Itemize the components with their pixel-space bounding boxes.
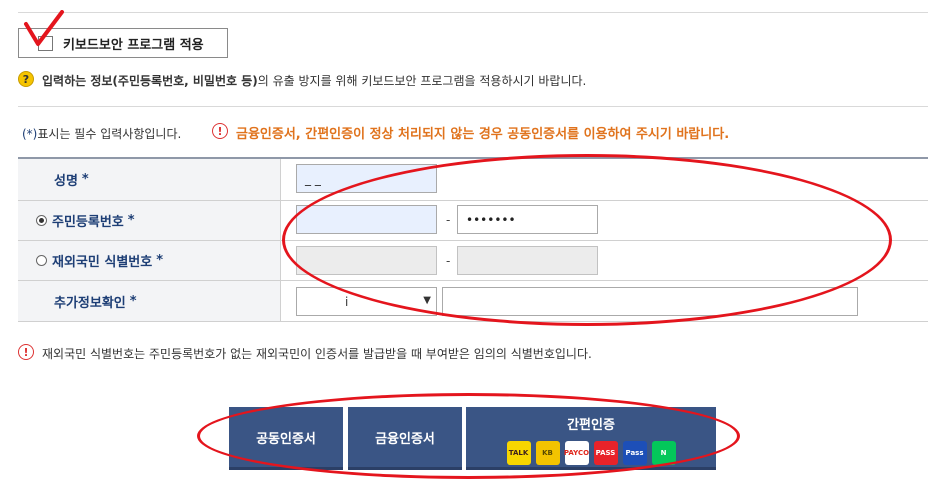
keyboard-notice-rest: 의 유출 방지를 위해 키보드보안 프로그램을 적용하시기 바랍니다. <box>257 74 587 88</box>
rrn-label: 주민등록번호 <box>52 215 124 230</box>
required-star: * <box>127 213 135 228</box>
annotation-ellipse-form <box>282 154 892 326</box>
keyboard-security-label: 키보드보안 프로그램 적용 <box>63 37 204 53</box>
required-star: * <box>129 293 137 309</box>
annotation-ellipse-buttons <box>197 393 740 479</box>
name-label: 성명 <box>54 174 78 189</box>
section-divider <box>18 106 928 107</box>
foreign-id-label: 재외국민 식별번호 <box>52 255 153 270</box>
required-note: (*)표시는 필수 입력사항입니다. <box>22 125 181 142</box>
table-bottom-border <box>18 321 928 322</box>
rrn-label-cell: 주민등록번호 * <box>18 201 281 240</box>
extra-info-label: 추가정보확인 <box>54 295 126 311</box>
red-check-mark-icon <box>24 10 64 46</box>
required-text: 표시는 필수 입력사항입니다. <box>37 127 182 141</box>
warning-icon: ! <box>212 123 228 139</box>
extra-info-select-value: i <box>345 294 349 309</box>
rrn-radio[interactable] <box>36 215 47 226</box>
extra-info-label-cell: 추가정보확인 * <box>18 281 281 321</box>
foreign-id-note: 재외국민 식별번호는 주민등록번호가 없는 재외국민이 인증서를 발급받을 때 … <box>42 347 592 361</box>
foreign-id-label-cell: 재외국민 식별번호 * <box>18 241 281 280</box>
keyboard-notice: 입력하는 정보(주민등록번호, 비밀번호 등)의 유출 방지를 위해 키보드보안… <box>42 72 586 89</box>
info-warning-icon: ! <box>18 344 34 360</box>
cert-warning: 금융인증서, 간편인증이 정상 처리되지 않는 경우 공동인증서를 이용하여 주… <box>236 127 730 142</box>
required-star: * <box>156 253 164 268</box>
help-icon: ? <box>18 71 34 87</box>
foreign-id-radio[interactable] <box>36 255 47 266</box>
required-star: * <box>81 172 89 187</box>
keyboard-notice-bold: 입력하는 정보(주민등록번호, 비밀번호 등) <box>42 74 258 88</box>
required-mark: (*) <box>22 127 38 141</box>
top-divider <box>18 12 928 13</box>
name-label-cell: 성명 * <box>18 159 281 200</box>
